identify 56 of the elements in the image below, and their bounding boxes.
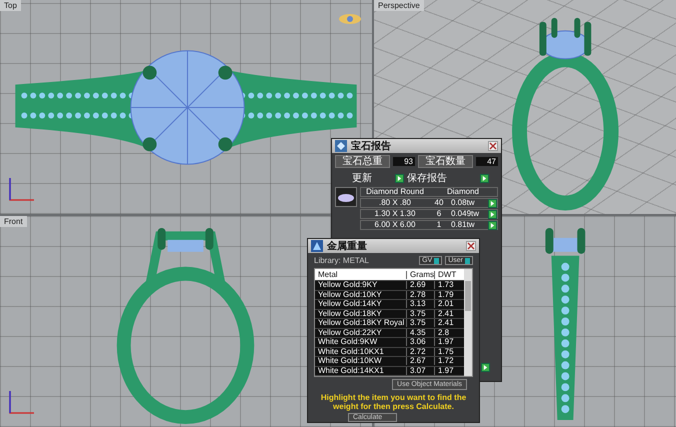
total-weight-label: 宝石总重: [335, 155, 390, 168]
play-icon: [482, 176, 487, 181]
table-cell-text: 0.049tw: [450, 210, 480, 218]
metal-row[interactable]: White Gold:10KX1 2.72 1.75: [315, 348, 464, 357]
save-report-label: 保存报告: [407, 173, 448, 184]
update-label: 更新: [352, 173, 373, 184]
gem-count-value: 47: [476, 157, 498, 166]
dialog-title: 金属重量: [327, 240, 368, 253]
viewport-label[interactable]: Front: [0, 216, 27, 227]
close-button[interactable]: [488, 141, 498, 151]
metal-row[interactable]: Yellow Gold:18KY Royal 3.75 2.41: [315, 319, 464, 328]
row-action-button[interactable]: [488, 210, 497, 218]
table-cell-text: 6.00 X 6.00: [374, 221, 416, 229]
metal-row[interactable]: White Gold:14KX1 3.07 1.97: [315, 366, 464, 376]
column-header: Diamond: [446, 188, 480, 196]
close-icon: [489, 142, 497, 150]
play-icon: [397, 176, 402, 181]
play-icon: [483, 365, 488, 370]
viewport-label[interactable]: Perspective: [374, 0, 424, 11]
close-icon: [467, 242, 475, 250]
table-cell-text: 0.08tw: [450, 199, 476, 207]
table-cell-text: 6: [436, 210, 442, 218]
gem-count-label: 宝石数量: [418, 155, 473, 168]
metal-row[interactable]: White Gold:9KW 3.06 1.97: [315, 338, 464, 348]
save-report-button[interactable]: [480, 174, 489, 183]
library-label: Library: METAL: [314, 256, 370, 265]
table-cell-text: 0.81tw: [450, 221, 476, 229]
play-icon: [490, 200, 495, 206]
metal-row[interactable]: Yellow Gold:10KY 2.78 1.79: [315, 290, 464, 300]
column-header: Metal: [315, 270, 407, 278]
metal-row[interactable]: Yellow Gold:14KY 3.13 2.01: [315, 300, 464, 310]
table-cell-text: 1.30 X 1.30: [374, 210, 416, 218]
update-button[interactable]: [395, 174, 404, 183]
metal-row[interactable]: Yellow Gold:22KY 4.35 2.8: [315, 328, 464, 338]
table-cell-text: 1: [436, 221, 442, 229]
total-weight-value: 93: [393, 157, 415, 166]
table-cell-text: .80 X .80: [378, 199, 412, 207]
gem-icon: [335, 140, 347, 152]
metal-icon: [311, 240, 323, 252]
hint-text: Highlight the item you want to find the weight for then press Calculate.: [320, 392, 468, 412]
dialog-title: 宝石报告: [351, 139, 392, 153]
column-header: Grams: [407, 270, 435, 278]
diamond-thumbnail: [335, 187, 357, 207]
metal-row[interactable]: Yellow Gold:18KY 3.75 2.41: [315, 310, 464, 319]
column-header: DWT: [437, 270, 458, 278]
gem-action-button[interactable]: [481, 363, 490, 372]
row-action-button[interactable]: [488, 198, 497, 208]
metal-row[interactable]: Yellow Gold:9KY 2.69 1.73: [315, 281, 464, 290]
play-icon: [490, 222, 495, 228]
column-header: Diamond Round: [365, 188, 425, 196]
scrollbar[interactable]: [464, 269, 472, 376]
close-button[interactable]: [466, 241, 476, 251]
table-cell-text: 40: [434, 199, 444, 207]
row-action-button[interactable]: [488, 220, 497, 230]
metal-row[interactable]: White Gold:10KW 2.67 1.72: [315, 357, 464, 366]
viewport-label[interactable]: Top: [0, 0, 21, 11]
